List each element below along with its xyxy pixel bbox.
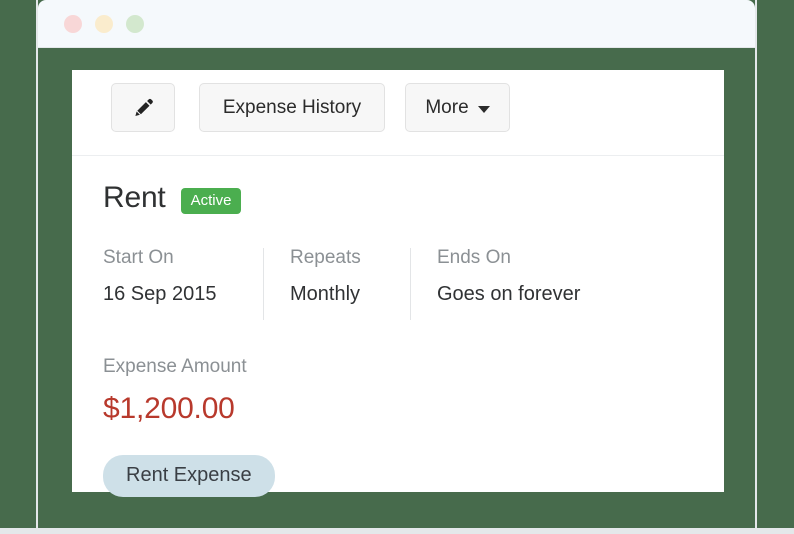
card-toolbar: Expense History More — [72, 70, 724, 156]
minimize-window-button[interactable] — [95, 15, 113, 33]
chevron-down-icon — [478, 106, 490, 113]
close-window-button[interactable] — [64, 15, 82, 33]
meta-label-start-on: Start On — [103, 248, 237, 267]
window-titlebar — [38, 0, 755, 48]
expense-history-button[interactable]: Expense History — [199, 83, 385, 132]
desktop-background: Expense History More Rent Active Start O… — [0, 0, 794, 534]
title-row: Rent Active — [103, 183, 241, 213]
more-label: More — [425, 98, 468, 117]
maximize-window-button[interactable] — [126, 15, 144, 33]
meta-value-start-on: 16 Sep 2015 — [103, 284, 237, 304]
status-badge: Active — [181, 188, 242, 214]
edit-button[interactable] — [111, 83, 175, 132]
card-body: Rent Active Start On 16 Sep 2015 Repeats… — [72, 156, 724, 492]
meta-fields-row: Start On 16 Sep 2015 Repeats Monthly End… — [103, 248, 606, 320]
window-bottom-edge — [0, 528, 794, 534]
expense-category-tag[interactable]: Rent Expense — [103, 455, 275, 497]
expense-detail-card: Expense History More Rent Active Start O… — [72, 70, 724, 492]
pencil-icon — [131, 96, 155, 120]
expense-amount-value: $1,200.00 — [103, 394, 247, 424]
meta-value-ends-on: Goes on forever — [437, 284, 580, 304]
browser-window: Expense History More Rent Active Start O… — [36, 0, 757, 528]
meta-field-start-on: Start On 16 Sep 2015 — [103, 248, 263, 320]
meta-field-ends-on: Ends On Goes on forever — [410, 248, 606, 320]
expense-amount-label: Expense Amount — [103, 357, 247, 376]
meta-label-ends-on: Ends On — [437, 248, 580, 267]
meta-value-repeats: Monthly — [290, 284, 384, 304]
expense-history-label: Expense History — [223, 98, 361, 117]
meta-field-repeats: Repeats Monthly — [263, 248, 410, 320]
meta-label-repeats: Repeats — [290, 248, 384, 267]
page-title: Rent — [103, 183, 166, 213]
more-button[interactable]: More — [405, 83, 510, 132]
expense-amount-block: Expense Amount $1,200.00 — [103, 357, 247, 424]
window-controls — [64, 15, 144, 33]
